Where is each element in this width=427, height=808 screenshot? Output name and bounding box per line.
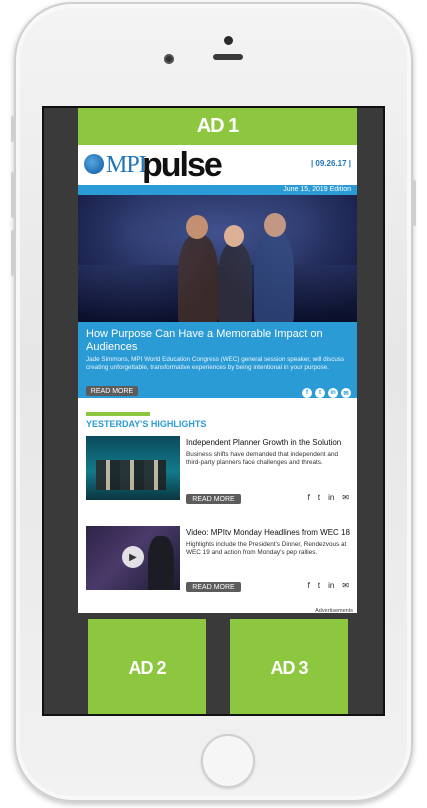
issue-date: | 09.26.17 | <box>310 159 351 168</box>
front-camera-icon <box>164 54 174 64</box>
mute-switch <box>11 116 14 142</box>
speaker-figure <box>148 536 174 590</box>
story-social-links: f t in ✉ <box>308 581 349 590</box>
ads-row: AD 2 AD 3 <box>44 613 383 714</box>
linkedin-icon[interactable]: in <box>328 388 338 398</box>
speaker-grille <box>213 54 243 60</box>
newsletter: AD 1 MPI pulse | 09.26.17 | June 15, 201… <box>44 108 383 714</box>
story-read-more-button[interactable]: READ MORE <box>186 582 241 592</box>
logo-pulse-text: pulse <box>142 146 223 184</box>
panel-speakers-image <box>96 460 166 490</box>
hero-social-links: f t in ✉ <box>302 388 351 398</box>
story-title[interactable]: Video: MPItv Monday Headlines from WEC 1… <box>186 528 350 538</box>
edition-bar: June 15, 2019 Edition <box>78 185 357 195</box>
newsletter-header: MPI pulse | 09.26.17 | <box>78 145 357 186</box>
home-button[interactable] <box>201 734 255 788</box>
logo-mpi-text: MPI <box>106 152 147 178</box>
hero-title[interactable]: How Purpose Can Have a Memorable Impact … <box>86 328 346 354</box>
facebook-icon[interactable]: f <box>302 388 312 398</box>
ad-banner-left[interactable]: AD 2 <box>88 619 206 714</box>
hero-image[interactable] <box>78 195 357 322</box>
hero-read-more-button[interactable]: READ MORE <box>86 386 138 396</box>
sensor-icon <box>224 36 233 45</box>
play-icon[interactable]: ▶ <box>122 546 144 568</box>
volume-up-button <box>11 172 14 218</box>
email-icon[interactable]: ✉ <box>342 493 349 502</box>
twitter-icon[interactable]: t <box>315 388 325 398</box>
volume-down-button <box>11 230 14 276</box>
highlights-heading: YESTERDAY'S HIGHLIGHTS <box>86 419 207 429</box>
email-icon[interactable]: ✉ <box>341 388 351 398</box>
ad-banner-top[interactable]: AD 1 <box>78 108 357 145</box>
story-read-more-button[interactable]: READ MORE <box>186 494 241 504</box>
email-icon[interactable]: ✉ <box>342 581 349 590</box>
linkedin-icon[interactable]: in <box>328 581 334 590</box>
story-thumbnail[interactable] <box>86 436 180 500</box>
story-item: Independent Planner Growth in the Soluti… <box>78 436 357 508</box>
linkedin-icon[interactable]: in <box>328 493 334 502</box>
facebook-icon[interactable]: f <box>308 493 310 502</box>
mpi-globe-icon <box>84 154 104 174</box>
story-item: ▶ Video: MPItv Monday Headlines from WEC… <box>78 526 357 598</box>
highlights-accent-bar <box>86 412 150 416</box>
facebook-icon[interactable]: f <box>308 581 310 590</box>
twitter-icon[interactable]: t <box>318 581 320 590</box>
story-thumbnail[interactable]: ▶ <box>86 526 180 590</box>
twitter-icon[interactable]: t <box>318 493 320 502</box>
stage-lighting <box>78 195 357 322</box>
story-title[interactable]: Independent Planner Growth in the Soluti… <box>186 438 341 448</box>
hero-story: How Purpose Can Have a Memorable Impact … <box>78 322 357 398</box>
story-social-links: f t in ✉ <box>308 493 349 502</box>
power-button <box>413 180 416 226</box>
ad-banner-right[interactable]: AD 3 <box>230 619 348 714</box>
hero-description: Jade Simmons, MPI World Education Congre… <box>86 356 345 371</box>
story-description: Business shifts have demanded that indep… <box>186 451 339 466</box>
story-description: Highlights include the President's Dinne… <box>186 541 347 556</box>
phone-screen: AD 1 MPI pulse | 09.26.17 | June 15, 201… <box>42 106 385 716</box>
